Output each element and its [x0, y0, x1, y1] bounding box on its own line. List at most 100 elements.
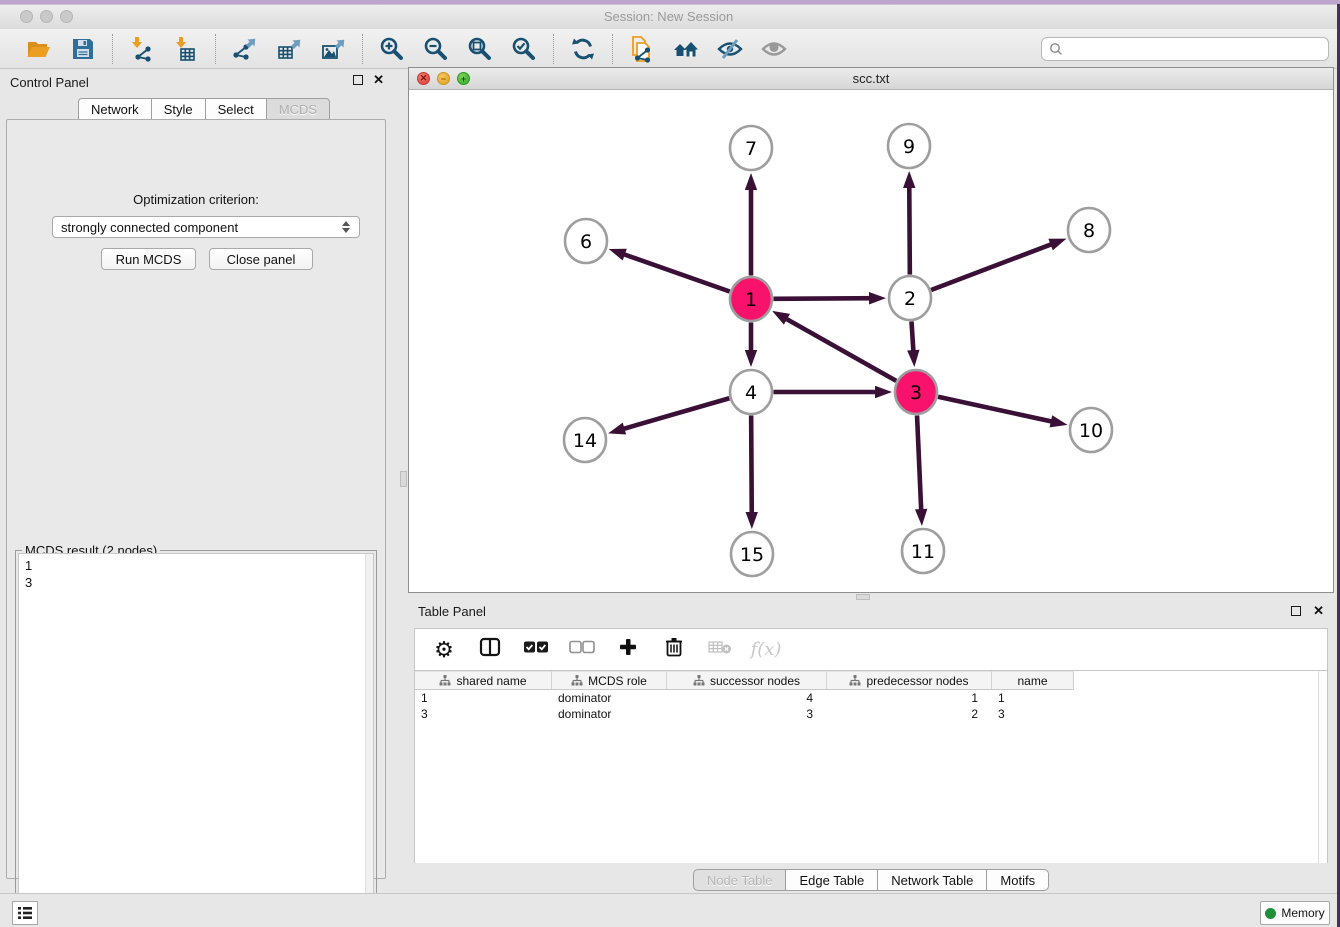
- network-canvas[interactable]: 7968124314101511: [409, 90, 1333, 592]
- graph-edge-arrowhead: [869, 292, 886, 304]
- float-panel-icon[interactable]: [353, 75, 363, 85]
- column-header-successor-nodes[interactable]: successor nodes: [667, 671, 827, 690]
- table-panel-title: Table Panel: [418, 604, 486, 619]
- hide-neighbors-icon: [716, 35, 744, 63]
- table-cell[interactable]: 1: [992, 690, 1074, 706]
- zoom-selected-button[interactable]: [509, 34, 539, 64]
- graph-edge-3-11[interactable]: [917, 415, 921, 515]
- table-row[interactable]: 1dominator411: [415, 690, 1327, 706]
- main-toolbar: [0, 29, 1337, 69]
- graph-edge-3-1[interactable]: [781, 316, 896, 381]
- zoom-fit-button[interactable]: [465, 34, 495, 64]
- table-cell[interactable]: 2: [827, 706, 992, 722]
- table-row[interactable]: 3dominator323: [415, 706, 1327, 722]
- run-mcds-button[interactable]: Run MCDS: [101, 248, 196, 270]
- table-scrollbar[interactable]: [1318, 671, 1327, 863]
- tab-node-table[interactable]: Node Table: [693, 869, 786, 891]
- tab-network[interactable]: Network: [78, 98, 151, 120]
- table-toolbar: ⚙ f(x): [414, 628, 1328, 671]
- graph-edge-4-15[interactable]: [751, 415, 752, 518]
- home-button[interactable]: [671, 34, 701, 64]
- tab-style[interactable]: Style: [151, 98, 205, 120]
- table-cell[interactable]: 4: [667, 690, 827, 706]
- tab-mcds[interactable]: MCDS: [266, 98, 330, 120]
- graph-node-label: 10: [1079, 420, 1103, 442]
- table-cell[interactable]: 3: [415, 706, 552, 722]
- unselect-all-button[interactable]: [567, 635, 597, 665]
- import-network-button[interactable]: [127, 34, 157, 64]
- select-all-button[interactable]: [521, 635, 551, 665]
- show-eye-button[interactable]: [759, 34, 789, 64]
- table-float-icon[interactable]: [1291, 606, 1301, 616]
- tab-network-table[interactable]: Network Table: [877, 869, 986, 891]
- delete-table-icon: [708, 639, 732, 660]
- application-window: Session: New Session Control Panel ✕ Net…: [0, 4, 1337, 926]
- search-input[interactable]: [1064, 39, 1328, 59]
- table-cell[interactable]: dominator: [552, 690, 667, 706]
- column-header-MCDS-role[interactable]: MCDS role: [552, 671, 667, 690]
- delete-table-button: [705, 635, 735, 665]
- save-session-button[interactable]: [68, 34, 98, 64]
- table-cell[interactable]: dominator: [552, 706, 667, 722]
- graph-node-label: 8: [1083, 220, 1095, 242]
- table-header-row: shared name MCDS rolesuccessor nodes prede…: [415, 671, 1327, 690]
- function-button: f(x): [751, 635, 781, 665]
- table-cell[interactable]: 3: [667, 706, 827, 722]
- graph-edge-1-6[interactable]: [618, 252, 729, 291]
- column-header-label: shared name: [456, 674, 526, 688]
- gear-icon: ⚙: [434, 637, 454, 663]
- mcds-result-scrollbar[interactable]: [365, 554, 373, 922]
- graph-edge-3-10[interactable]: [938, 397, 1058, 423]
- export-table-button[interactable]: [274, 34, 304, 64]
- table-close-icon[interactable]: ✕: [1313, 606, 1324, 616]
- column-header-name[interactable]: name: [992, 671, 1074, 690]
- zoom-out-button[interactable]: [421, 34, 451, 64]
- export-image-button[interactable]: [318, 34, 348, 64]
- delete-row-button[interactable]: [659, 635, 689, 665]
- graph-edge-arrowhead: [875, 386, 892, 398]
- network-file-icon: [628, 35, 656, 63]
- graph-edge-4-14[interactable]: [618, 398, 729, 430]
- column-header-shared-name[interactable]: shared name: [415, 671, 552, 690]
- import-table-button[interactable]: [171, 34, 201, 64]
- toolbar-group: [216, 34, 362, 64]
- table-cell[interactable]: 1: [827, 690, 992, 706]
- hide-neighbors-button[interactable]: [715, 34, 745, 64]
- graph-edge-2-9[interactable]: [909, 181, 910, 274]
- column-header-predecessor-nodes[interactable]: predecessor nodes: [827, 671, 992, 690]
- zoom-out-icon: [422, 35, 450, 63]
- mcds-result-text[interactable]: 1 3: [18, 553, 374, 923]
- search-box[interactable]: [1041, 37, 1329, 61]
- home-icon: [672, 35, 700, 63]
- close-panel-icon[interactable]: ✕: [373, 75, 384, 85]
- refresh-layout-button[interactable]: [568, 34, 598, 64]
- graph-edge-1-2[interactable]: [773, 298, 875, 299]
- graph-edge-2-8[interactable]: [931, 242, 1057, 290]
- unselect-all-icon: [569, 640, 595, 659]
- tab-motifs[interactable]: Motifs: [986, 869, 1049, 891]
- vertical-splitter-handle[interactable]: [400, 471, 407, 487]
- toolbar-group: [554, 34, 612, 64]
- gear-button[interactable]: ⚙: [429, 635, 459, 665]
- table-cell[interactable]: 1: [415, 690, 552, 706]
- graph-edge-arrowhead: [745, 173, 757, 190]
- zoom-in-button[interactable]: [377, 34, 407, 64]
- table-cell[interactable]: 3: [992, 706, 1074, 722]
- column-header-label: predecessor nodes: [866, 674, 968, 688]
- split-columns-button[interactable]: [475, 635, 505, 665]
- open-session-button[interactable]: [24, 34, 54, 64]
- add-row-button[interactable]: [613, 635, 643, 665]
- close-panel-button[interactable]: Close panel: [209, 248, 313, 270]
- network-window-titlebar[interactable]: ✕ − + scc.txt: [409, 68, 1333, 90]
- criterion-dropdown[interactable]: strongly connected component: [52, 216, 360, 238]
- memory-label: Memory: [1281, 906, 1324, 920]
- graph-node-label: 4: [745, 382, 757, 404]
- network-file-button[interactable]: [627, 34, 657, 64]
- export-network-button[interactable]: [230, 34, 260, 64]
- network-graph[interactable]: 7968124314101511: [409, 90, 1333, 592]
- tab-edge-table[interactable]: Edge Table: [785, 869, 877, 891]
- graph-edge-arrowhead: [746, 512, 758, 529]
- task-history-button[interactable]: [12, 901, 38, 925]
- tab-select[interactable]: Select: [205, 98, 266, 120]
- memory-button[interactable]: Memory: [1260, 901, 1330, 925]
